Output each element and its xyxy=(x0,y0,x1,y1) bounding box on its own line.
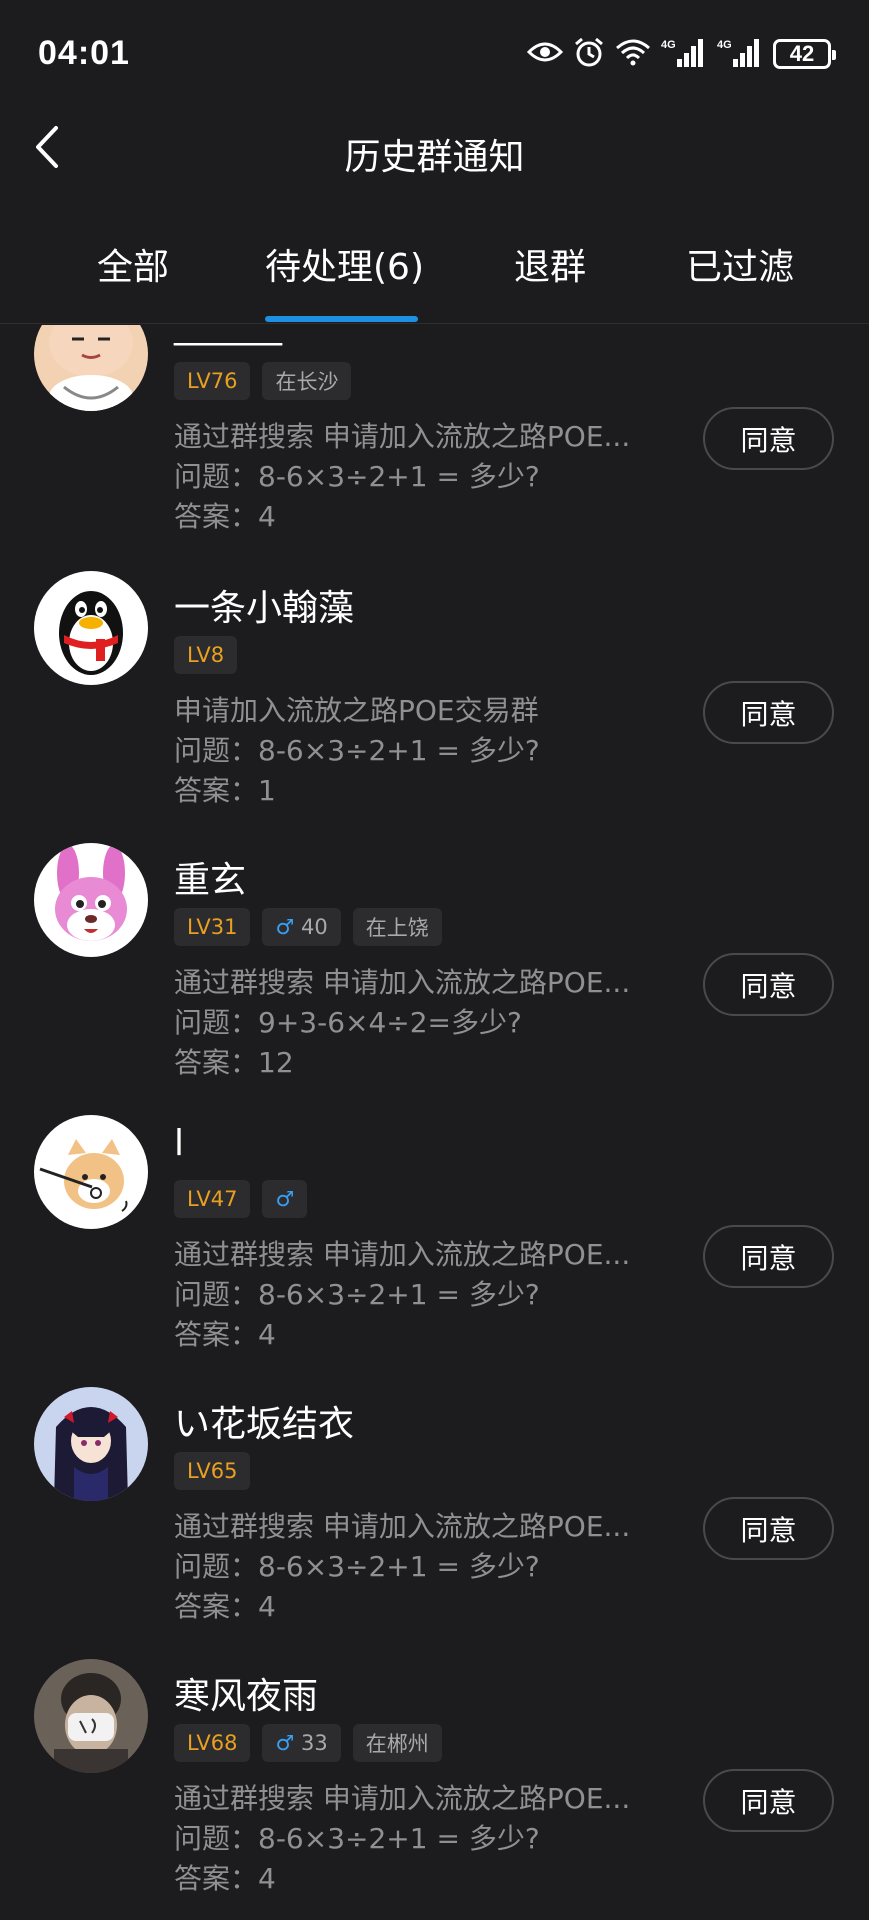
alarm-icon xyxy=(573,36,605,72)
male-icon: ♂ xyxy=(275,1187,295,1211)
battery-level: 42 xyxy=(789,41,815,66)
badge-row: LV47 ♂ xyxy=(174,1180,308,1218)
request-message: 通过群搜索 申请加入流放之路POE... xyxy=(174,420,631,453)
tab-bar: 全部 待处理(6) 退群 已过滤 xyxy=(0,228,869,324)
level-badge: LV76 xyxy=(174,362,251,400)
agree-button[interactable]: 同意 xyxy=(703,1225,834,1288)
male-icon: ♂ xyxy=(275,1731,295,1755)
avatar[interactable] xyxy=(34,843,148,957)
level-badge: LV47 xyxy=(174,1180,251,1218)
gender-age-badge: ♂ 33 xyxy=(262,1724,341,1762)
location-badge: 在上饶 xyxy=(352,908,442,946)
agree-button[interactable]: 同意 xyxy=(703,953,834,1016)
agree-button[interactable]: 同意 xyxy=(703,681,834,744)
avatar[interactable] xyxy=(34,571,148,685)
answer-text: 答案：12 xyxy=(174,1046,294,1079)
agree-button[interactable]: 同意 xyxy=(703,1497,834,1560)
question-text: 问题：8-6×3÷2+1 = 多少? xyxy=(174,460,540,493)
avatar[interactable] xyxy=(34,325,148,411)
level-badge: LV31 xyxy=(174,908,251,946)
answer-text: 答案：4 xyxy=(174,500,276,533)
list-item: ______ LV76 在长沙 通过群搜索 申请加入流放之路POE... 问题：… xyxy=(0,325,869,569)
level-badge: LV68 xyxy=(174,1724,251,1762)
level-badge: LV65 xyxy=(174,1452,251,1490)
cellular-signal-icon: 4G xyxy=(717,37,763,71)
applicant-name: 寒风夜雨 xyxy=(174,1676,319,1717)
tab-filtered[interactable]: 已过滤 xyxy=(686,238,794,290)
applicant-name: 重玄 xyxy=(174,860,247,901)
male-icon: ♂ xyxy=(275,915,295,939)
request-message: 通过群搜索 申请加入流放之路POE... xyxy=(174,1238,631,1271)
agree-button[interactable]: 同意 xyxy=(703,407,834,470)
network-type-label: 4G xyxy=(661,39,676,51)
question-text: 问题：8-6×3÷2+1 = 多少? xyxy=(174,734,540,767)
applicant-name: い花坂结衣 xyxy=(174,1404,355,1445)
tab-left-group[interactable]: 退群 xyxy=(514,238,586,290)
badge-row: LV76 在长沙 xyxy=(174,362,352,400)
applicant-name: l xyxy=(174,1123,185,1164)
page-title: 历史群通知 xyxy=(344,137,525,178)
badge-row: LV31 ♂ 40 在上饶 xyxy=(174,908,442,946)
badge-row: LV65 xyxy=(174,1452,251,1490)
cellular-signal-icon: 4G xyxy=(661,37,707,71)
location-badge: 在郴州 xyxy=(352,1724,442,1762)
question-text: 问题：9+3-6×4÷2=多少? xyxy=(174,1006,522,1039)
tab-pending[interactable]: 待处理(6) xyxy=(265,238,424,290)
level-badge: LV8 xyxy=(174,636,238,674)
answer-text: 答案：4 xyxy=(174,1590,276,1623)
list-item: 一条小翰藻 LV8 申请加入流放之路POE交易群 问题：8-6×3÷2+1 = … xyxy=(0,571,869,843)
question-text: 问题：8-6×3÷2+1 = 多少? xyxy=(174,1550,540,1583)
answer-text: 答案：1 xyxy=(174,774,276,807)
list-item: l LV47 ♂ 通过群搜索 申请加入流放之路POE... 问题：8-6×3÷2… xyxy=(0,1115,869,1387)
list-item: 寒风夜雨 LV68 ♂ 33 在郴州 通过群搜索 申请加入流放之路POE... … xyxy=(0,1659,869,1920)
list-item: い花坂结衣 LV65 通过群搜索 申请加入流放之路POE... 问题：8-6×3… xyxy=(0,1387,869,1659)
avatar[interactable] xyxy=(34,1659,148,1773)
wifi-icon xyxy=(615,38,651,70)
request-message: 申请加入流放之路POE交易群 xyxy=(174,694,539,727)
request-message: 通过群搜索 申请加入流放之路POE... xyxy=(174,1510,631,1543)
question-text: 问题：8-6×3÷2+1 = 多少? xyxy=(174,1278,540,1311)
battery-icon: 42 xyxy=(773,39,836,69)
list-item: 重玄 LV31 ♂ 40 在上饶 通过群搜索 申请加入流放之路POE... 问题… xyxy=(0,843,869,1115)
answer-text: 答案：4 xyxy=(174,1862,276,1895)
status-icons: 4G 4G 42 xyxy=(526,36,836,72)
badge-row: LV8 xyxy=(174,636,238,674)
active-tab-indicator xyxy=(265,316,418,322)
age-value: 40 xyxy=(301,915,328,939)
gender-age-badge: ♂ 40 xyxy=(262,908,341,946)
request-message: 通过群搜索 申请加入流放之路POE... xyxy=(174,966,631,999)
answer-text: 答案：4 xyxy=(174,1318,276,1351)
location-badge: 在长沙 xyxy=(262,362,352,400)
app-header: 历史群通知 xyxy=(0,110,869,190)
request-list: ______ LV76 在长沙 通过群搜索 申请加入流放之路POE... 问题：… xyxy=(0,325,869,1920)
age-value: 33 xyxy=(301,1731,328,1755)
avatar[interactable] xyxy=(34,1387,148,1501)
applicant-name: 一条小翰藻 xyxy=(174,588,355,629)
request-message: 通过群搜索 申请加入流放之路POE... xyxy=(174,1782,631,1815)
avatar[interactable] xyxy=(34,1115,148,1229)
network-type-label: 4G xyxy=(717,39,732,51)
tab-all[interactable]: 全部 xyxy=(97,238,169,290)
eye-icon xyxy=(526,40,564,68)
status-time: 04:01 xyxy=(38,34,130,72)
status-bar: 04:01 4G 4G 42 xyxy=(0,0,869,110)
agree-button[interactable]: 同意 xyxy=(703,1769,834,1832)
gender-badge: ♂ xyxy=(262,1180,308,1218)
applicant-name: ______ xyxy=(174,325,282,346)
badge-row: LV68 ♂ 33 在郴州 xyxy=(174,1724,442,1762)
question-text: 问题：8-6×3÷2+1 = 多少? xyxy=(174,1822,540,1855)
